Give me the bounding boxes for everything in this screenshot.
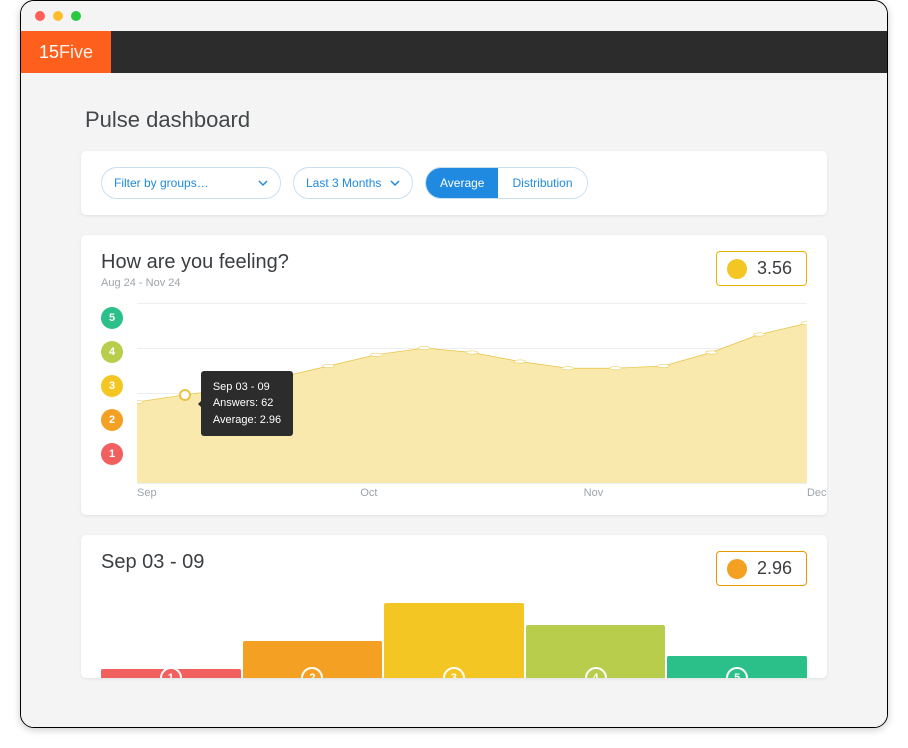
x-axis-label: Nov bbox=[584, 487, 807, 499]
content-area: Pulse dashboard Filter by groups… Last 3… bbox=[21, 73, 887, 727]
bar-slot: 3 bbox=[384, 600, 524, 678]
bar-slot: 4 bbox=[526, 600, 666, 678]
x-axis-label: Sep bbox=[137, 487, 360, 499]
chart-tooltip: Sep 03 - 09 Answers: 62 Average: 2.96 bbox=[201, 371, 293, 437]
tooltip-period: Sep 03 - 09 bbox=[213, 379, 281, 396]
date-range-label: Last 3 Months bbox=[306, 176, 381, 190]
x-axis-label: Dec bbox=[807, 487, 827, 499]
logo-text-thin: Five bbox=[59, 42, 93, 63]
pulse-plot-area[interactable]: Sep 03 - 09 Answers: 62 Average: 2.96 bbox=[137, 303, 807, 483]
window-titlebar bbox=[21, 1, 887, 31]
tooltip-average: Average: 2.96 bbox=[213, 412, 281, 429]
maximize-window-icon[interactable] bbox=[71, 11, 81, 21]
pulse-score-value: 3.56 bbox=[757, 258, 792, 279]
bar-slot: 5 bbox=[667, 600, 807, 678]
pulse-card-title: How are you feeling? bbox=[101, 251, 289, 274]
pulse-x-axis: SepOctNovDec bbox=[137, 487, 807, 499]
distribution-score-badge: 2.96 bbox=[716, 551, 807, 586]
app-topbar: 15Five bbox=[21, 31, 887, 73]
view-segmented-control: Average Distribution bbox=[425, 167, 588, 199]
x-axis-label: Oct bbox=[360, 487, 583, 499]
date-range-dropdown[interactable]: Last 3 Months bbox=[293, 167, 413, 199]
pulse-card-subtitle: Aug 24 - Nov 24 bbox=[101, 277, 289, 289]
app-logo[interactable]: 15Five bbox=[21, 31, 111, 73]
y-level-dot: 2 bbox=[101, 409, 123, 431]
filter-groups-dropdown[interactable]: Filter by groups… bbox=[101, 167, 281, 199]
y-level-dot: 3 bbox=[101, 375, 123, 397]
distribution-card: Sep 03 - 09 2.96 12345 bbox=[81, 535, 827, 678]
browser-frame: 15Five Pulse dashboard Filter by groups…… bbox=[20, 0, 888, 728]
tooltip-answers: Answers: 62 bbox=[213, 395, 281, 412]
page-title: Pulse dashboard bbox=[85, 107, 827, 133]
y-level-dot: 5 bbox=[101, 307, 123, 329]
bar-slot: 1 bbox=[101, 600, 241, 678]
y-level-dot: 1 bbox=[101, 443, 123, 465]
pulse-score-badge: 3.56 bbox=[716, 251, 807, 286]
score-dot-icon bbox=[727, 559, 747, 579]
chevron-down-icon bbox=[258, 178, 268, 188]
score-dot-icon bbox=[727, 259, 747, 279]
y-level-dot: 4 bbox=[101, 341, 123, 363]
pulse-y-axis: 5 4 3 2 1 bbox=[101, 303, 125, 483]
minimize-window-icon[interactable] bbox=[53, 11, 63, 21]
distribution-card-title: Sep 03 - 09 bbox=[101, 551, 204, 574]
close-window-icon[interactable] bbox=[35, 11, 45, 21]
segment-distribution[interactable]: Distribution bbox=[498, 168, 586, 198]
distribution-bar-chart: 12345 bbox=[101, 600, 807, 678]
pulse-chart: 5 4 3 2 1 Sep 03 - 09 Answers: 62 Average: 2… bbox=[101, 303, 807, 483]
logo-text-strong: 15 bbox=[39, 42, 59, 63]
filters-panel: Filter by groups… Last 3 Months Average … bbox=[81, 151, 827, 215]
selected-point-marker bbox=[179, 389, 191, 401]
distribution-score-value: 2.96 bbox=[757, 558, 792, 579]
chevron-down-icon bbox=[390, 178, 400, 188]
segment-average[interactable]: Average bbox=[426, 168, 498, 198]
filter-groups-label: Filter by groups… bbox=[114, 176, 209, 190]
bar-slot: 2 bbox=[243, 600, 383, 678]
pulse-chart-card: How are you feeling? Aug 24 - Nov 24 3.5… bbox=[81, 235, 827, 515]
